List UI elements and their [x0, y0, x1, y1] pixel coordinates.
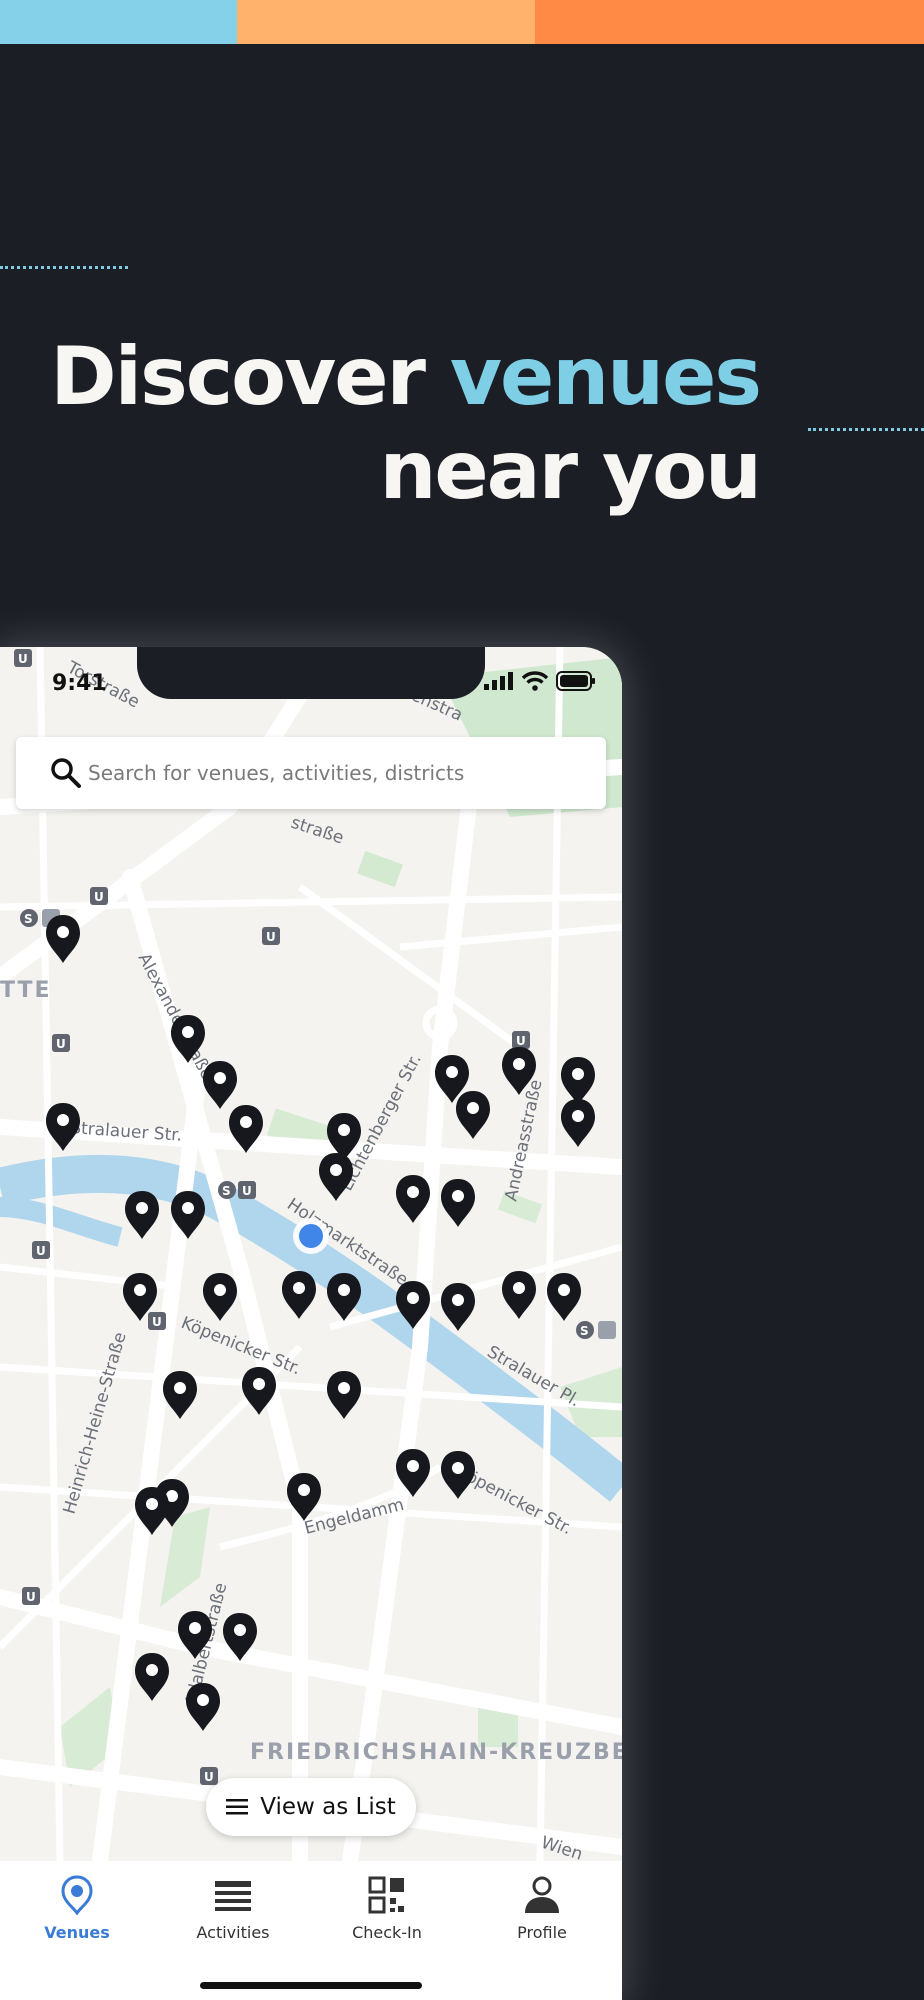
view-as-list-button[interactable]: View as List [206, 1778, 416, 1836]
search-input[interactable]: Search for venues, activities, districts [88, 761, 464, 785]
district-label: TTE [0, 978, 52, 1003]
search-bar[interactable]: Search for venues, activities, districts [16, 737, 606, 809]
svg-text:S: S [222, 1184, 231, 1198]
svg-text:U: U [26, 1590, 36, 1604]
pin-icon [61, 1875, 93, 1916]
home-indicator[interactable] [200, 1982, 422, 1989]
user-icon [525, 1876, 559, 1913]
headline-line2: near you [379, 424, 762, 517]
tab-label: Venues [44, 1923, 110, 1942]
view-as-list-label: View as List [260, 1794, 396, 1820]
wifi-icon [522, 671, 548, 691]
district-label: FRIEDRICHSHAIN-KREUZBE [250, 1740, 622, 1765]
svg-text:S: S [24, 912, 33, 926]
activities-icon [215, 1881, 251, 1911]
stripe-peach [237, 0, 535, 44]
tab-label: Check-In [352, 1923, 422, 1942]
headline-accent: venues [449, 330, 762, 423]
tab-label: Profile [517, 1923, 567, 1942]
list-icon [226, 1799, 249, 1815]
svg-text:U: U [152, 1315, 162, 1329]
headline-word: Discover [50, 330, 426, 423]
svg-text:U: U [56, 1037, 66, 1051]
svg-text:U: U [516, 1034, 526, 1048]
qr-icon [368, 1876, 404, 1914]
user-location-dot [299, 1224, 323, 1248]
svg-text:S: S [580, 1324, 589, 1338]
status-icons [484, 671, 596, 691]
stripe-blue [0, 0, 237, 44]
battery-icon [556, 671, 595, 691]
tab-venues[interactable]: Venues [12, 1875, 142, 1942]
phone-notch [137, 647, 485, 699]
svg-text:U: U [204, 1770, 214, 1784]
color-stripe [0, 0, 924, 44]
svg-text:U: U [242, 1184, 252, 1198]
signal-icon [484, 672, 513, 690]
svg-text:U: U [18, 652, 28, 666]
decorative-dots-left [0, 266, 128, 269]
status-time: 9:41 [52, 671, 107, 696]
search-icon [51, 758, 81, 788]
tab-profile[interactable]: Profile [477, 1875, 607, 1942]
svg-text:U: U [36, 1244, 46, 1258]
svg-text:U: U [94, 890, 104, 904]
venue-map[interactable]: Torstraße Alexanderstraße Lichtenberger … [0, 647, 622, 1861]
phone-mockup: Torstraße Alexanderstraße Lichtenberger … [0, 647, 622, 2000]
headline: Discover venues near you [0, 330, 762, 518]
tab-bar: Venues Activities Check-In Profile [0, 1861, 622, 2000]
tab-check-in[interactable]: Check-In [322, 1875, 452, 1942]
tab-label: Activities [196, 1923, 270, 1942]
svg-text:U: U [266, 930, 276, 944]
tab-activities[interactable]: Activities [168, 1875, 298, 1942]
decorative-dots-right [808, 428, 924, 431]
stripe-orange [535, 0, 924, 44]
